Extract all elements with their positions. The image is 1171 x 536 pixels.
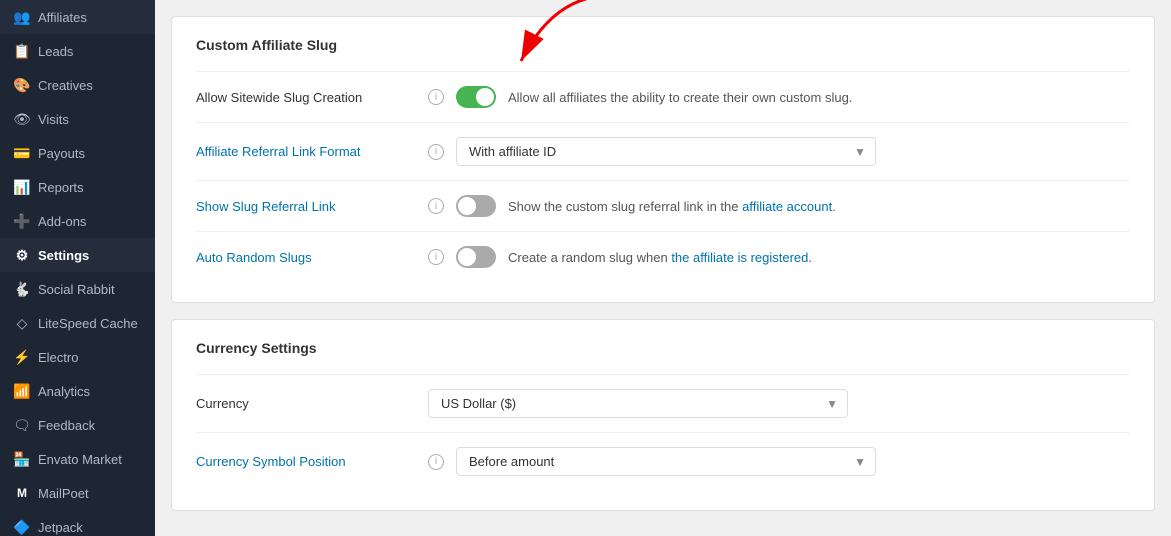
toggle-slider-off2 [456,246,496,268]
show-slug-toggle[interactable] [456,195,496,217]
sidebar-item-litespeed[interactable]: ◇ LiteSpeed Cache [0,306,155,340]
sidebar-item-affiliates[interactable]: 👥 Affiliates [0,0,155,34]
main-content: Custom Affiliate Slug Allow Sitewide Slu… [155,0,1171,536]
auto-random-toggle[interactable] [456,246,496,268]
settings-icon: ⚙ [14,247,30,263]
show-slug-info[interactable]: i [428,198,444,214]
referral-format-label: Affiliate Referral Link Format [196,144,416,159]
sidebar-item-leads[interactable]: 📋 Leads [0,34,155,68]
allow-sitewide-description: Allow all affiliates the ability to crea… [508,90,852,105]
jetpack-icon: 🔷 [14,519,30,535]
visits-icon: 👁 [14,111,30,127]
sidebar-item-settings[interactable]: ⚙ Settings [0,238,155,272]
auto-random-info[interactable]: i [428,249,444,265]
setting-row-show-slug: Show Slug Referral Link i Show the custo… [196,180,1130,231]
show-slug-label: Show Slug Referral Link [196,199,416,214]
auto-random-label: Auto Random Slugs [196,250,416,265]
sidebar-item-visits[interactable]: 👁 Visits [0,102,155,136]
sidebar-item-reports[interactable]: 📊 Reports [0,170,155,204]
currency-settings-title: Currency Settings [196,340,1130,356]
toggle-slider-off [456,195,496,217]
leads-icon: 📋 [14,43,30,59]
feedback-icon: 🗨 [14,417,30,433]
setting-row-referral-format: Affiliate Referral Link Format i With af… [196,122,1130,180]
sidebar-item-jetpack[interactable]: 🔷 Jetpack [0,510,155,536]
custom-slug-card: Custom Affiliate Slug Allow Sitewide Slu… [171,16,1155,303]
allow-sitewide-info[interactable]: i [428,89,444,105]
currency-position-info[interactable]: i [428,454,444,470]
auto-random-description: Create a random slug when the affiliate … [508,250,812,265]
setting-row-currency-position: Currency Symbol Position i Before amount… [196,432,1130,490]
affiliates-icon: 👥 [14,9,30,25]
currency-label: Currency [196,396,416,411]
sidebar-item-electro[interactable]: ⚡ Electro [0,340,155,374]
setting-row-auto-random: Auto Random Slugs i Create a random slug… [196,231,1130,282]
sidebar-item-mailpoet[interactable]: M MailPoet [0,476,155,510]
referral-format-info[interactable]: i [428,144,444,160]
electro-icon: ⚡ [14,349,30,365]
setting-row-currency: Currency US Dollar ($) Euro (€) British … [196,374,1130,432]
currency-select-wrapper: US Dollar ($) Euro (€) British Pound (£)… [428,389,848,418]
currency-settings-card: Currency Settings Currency US Dollar ($)… [171,319,1155,511]
referral-format-select-wrapper: With affiliate ID With affiliate slug ▼ [456,137,876,166]
reports-icon: 📊 [14,179,30,195]
sidebar-item-creatives[interactable]: 🎨 Creatives [0,68,155,102]
analytics-icon: 📶 [14,383,30,399]
currency-select[interactable]: US Dollar ($) Euro (€) British Pound (£) [428,389,848,418]
custom-slug-title: Custom Affiliate Slug [196,37,1130,53]
addons-icon: ➕ [14,213,30,229]
referral-format-select[interactable]: With affiliate ID With affiliate slug [456,137,876,166]
envato-icon: 🏪 [14,451,30,467]
mailpoet-icon: M [14,485,30,501]
litespeed-icon: ◇ [14,315,30,331]
sidebar-item-social-rabbit[interactable]: 🐇 Social Rabbit [0,272,155,306]
payouts-icon: 💳 [14,145,30,161]
social-rabbit-icon: 🐇 [14,281,30,297]
setting-row-allow-sitewide: Allow Sitewide Slug Creation i Allow all… [196,71,1130,122]
allow-sitewide-toggle[interactable] [456,86,496,108]
creatives-icon: 🎨 [14,77,30,93]
sidebar: 👥 Affiliates 📋 Leads 🎨 Creatives 👁 Visit… [0,0,155,536]
currency-position-select-wrapper: Before amount After amount ▼ [456,447,876,476]
show-slug-description: Show the custom slug referral link in th… [508,199,836,214]
currency-position-label: Currency Symbol Position [196,454,416,469]
red-arrow-svg [491,0,611,71]
sidebar-item-envato[interactable]: 🏪 Envato Market [0,442,155,476]
sidebar-item-analytics[interactable]: 📶 Analytics [0,374,155,408]
sidebar-item-payouts[interactable]: 💳 Payouts [0,136,155,170]
currency-position-select[interactable]: Before amount After amount [456,447,876,476]
sidebar-item-addons[interactable]: ➕ Add-ons [0,204,155,238]
sidebar-item-feedback[interactable]: 🗨 Feedback [0,408,155,442]
allow-sitewide-label: Allow Sitewide Slug Creation [196,90,416,105]
toggle-slider [456,86,496,108]
